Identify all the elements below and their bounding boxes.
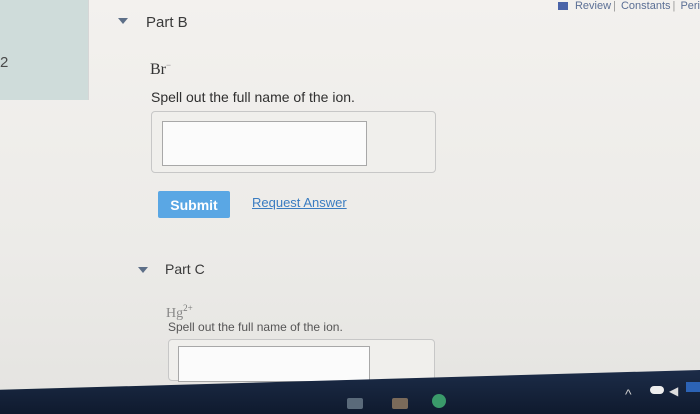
part-b-formula-base: Br <box>150 61 166 78</box>
part-c-formula-charge: 2+ <box>183 303 193 313</box>
review-icon <box>557 2 568 11</box>
part-c-instruction: Spell out the full name of the ion. <box>168 320 343 334</box>
review-link[interactable]: Review <box>575 0 611 12</box>
part-b-answer-input[interactable] <box>162 121 367 166</box>
question-sidebar: 2 <box>0 0 89 100</box>
tray-chevron-up-icon[interactable]: ^ <box>625 386 632 402</box>
part-b-formula-charge: − <box>166 60 172 70</box>
taskbar-app-icon[interactable] <box>392 398 408 409</box>
notification-icon[interactable] <box>686 382 700 392</box>
submit-button[interactable]: Submit <box>158 191 230 218</box>
taskbar-app-icon[interactable] <box>432 394 446 408</box>
part-c-formula-base: Hg <box>166 306 184 321</box>
header-links: Review | Constants | Peri <box>557 0 700 12</box>
part-b-formula: Br− <box>150 60 171 79</box>
part-c-chevron-down-icon[interactable] <box>138 267 148 273</box>
part-c-title[interactable]: Part C <box>165 261 205 277</box>
part-b-title[interactable]: Part B <box>146 14 188 31</box>
question-number: 2 <box>0 54 9 71</box>
taskbar-app-icon[interactable] <box>347 398 363 409</box>
constants-link[interactable]: Constants <box>621 0 671 12</box>
request-answer-link[interactable]: Request Answer <box>252 195 347 210</box>
part-b-chevron-down-icon[interactable] <box>118 18 128 24</box>
periodic-table-link[interactable]: Peri <box>680 0 700 12</box>
part-b-instruction: Spell out the full name of the ion. <box>151 89 355 105</box>
speaker-icon[interactable]: ◀ <box>669 384 678 398</box>
part-c-answer-input[interactable] <box>178 346 370 382</box>
cloud-icon[interactable] <box>650 386 664 394</box>
